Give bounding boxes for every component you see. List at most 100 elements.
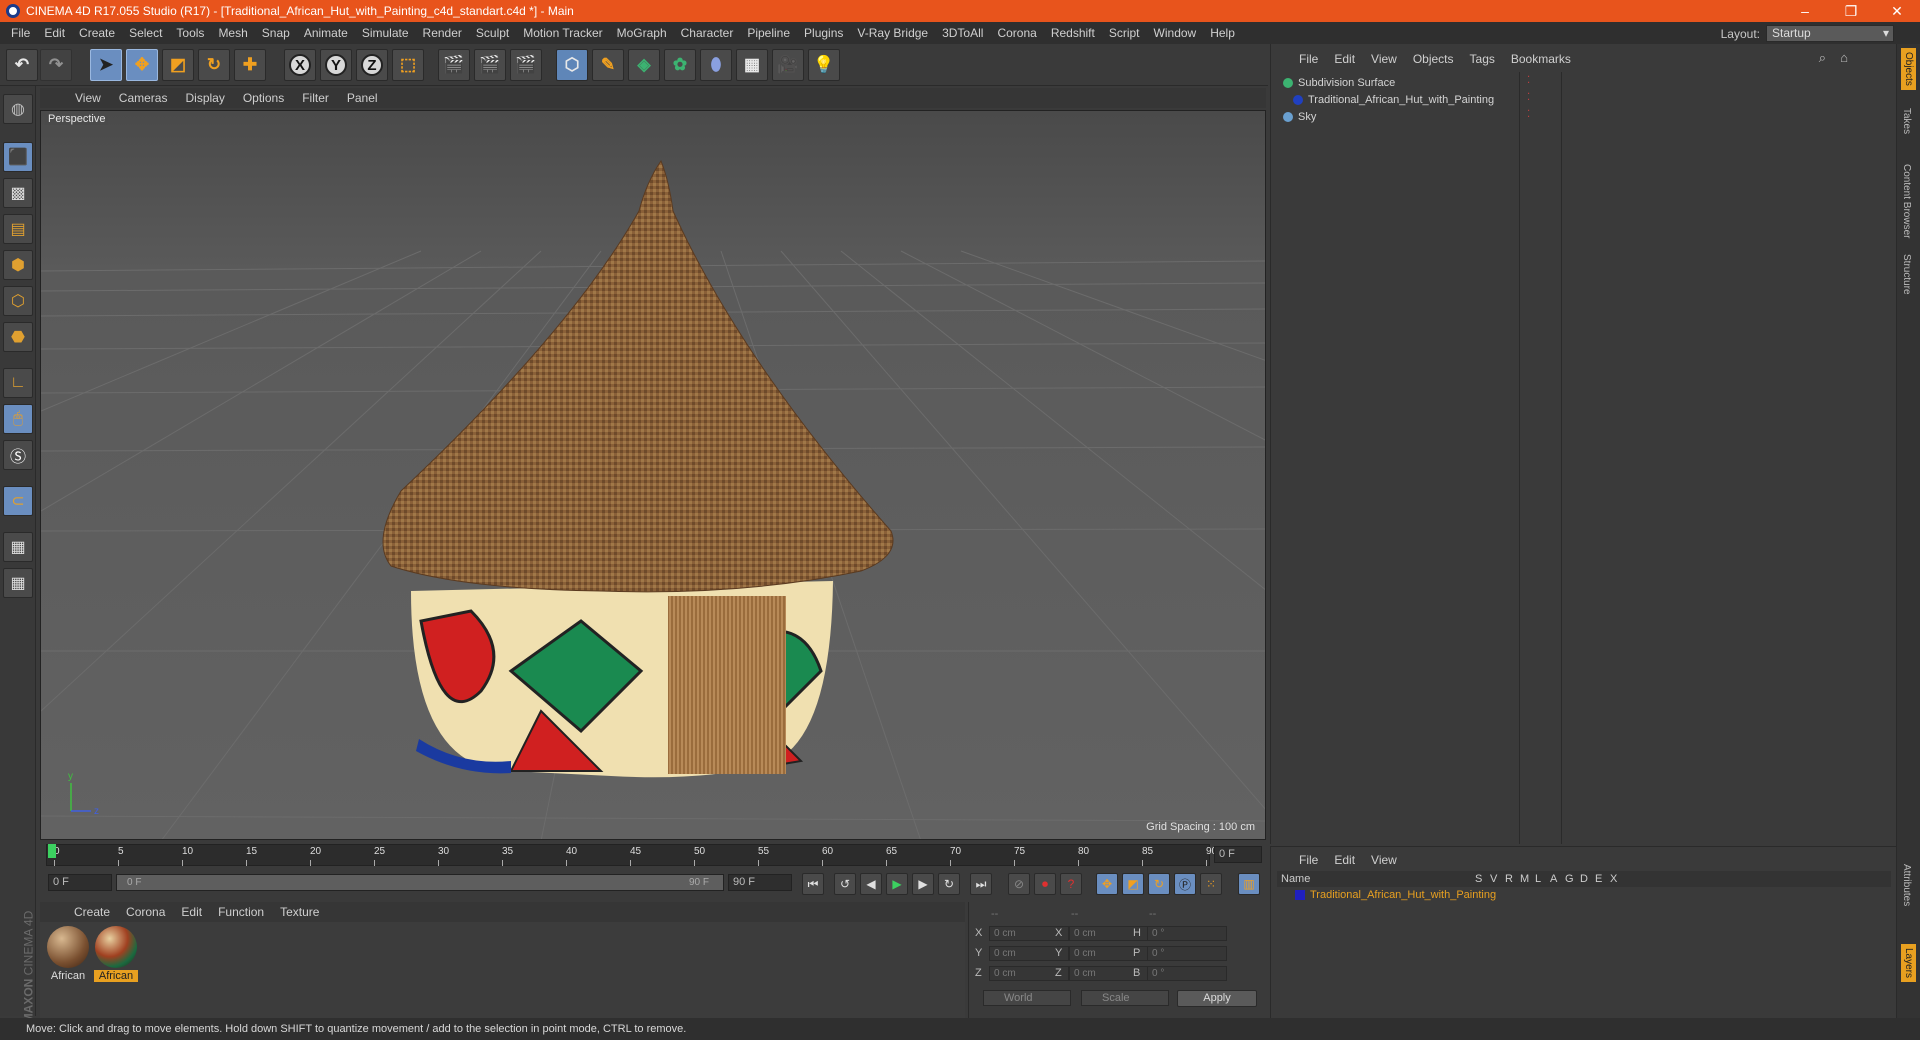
close-button[interactable]: ✕ [1874,0,1920,22]
live-selection-button[interactable]: ➤ [90,49,122,81]
right-tab-attributes[interactable]: Attributes [1901,864,1912,906]
key-rotation-button[interactable]: ↻ [1148,873,1170,895]
coordinate-value-field[interactable]: 0 ° [1147,966,1227,981]
viewport-menu-display[interactable]: Display [176,91,233,105]
make-editable-button[interactable]: ◍ [3,94,33,124]
apply-button[interactable]: Apply [1177,990,1257,1007]
add-camera-button[interactable]: 🎥 [772,49,804,81]
menu-window[interactable]: Window [1147,22,1204,44]
add-cube-button[interactable]: ⬡ [556,49,588,81]
layer-menu-view[interactable]: View [1363,853,1405,867]
menu-help[interactable]: Help [1203,22,1242,44]
object-row[interactable]: Sky [1283,108,1316,126]
menu-edit[interactable]: Edit [37,22,72,44]
menu-3dtoall[interactable]: 3DToAll [935,22,990,44]
play-button[interactable]: ▶ [886,873,908,895]
timeline-window-button[interactable]: ▥ [1238,873,1260,895]
next-frame-button[interactable]: ▶ [912,873,934,895]
material-menu-corona[interactable]: Corona [118,905,173,919]
coordinate-value-field[interactable]: 0 ° [1147,946,1227,961]
viewport-menu-options[interactable]: Options [234,91,293,105]
menu-v-ray-bridge[interactable]: V-Ray Bridge [850,22,935,44]
menu-animate[interactable]: Animate [297,22,355,44]
add-array-button[interactable]: ✿ [664,49,696,81]
object-menu-view[interactable]: View [1363,52,1405,66]
object-visibility-icon[interactable]: ⁚ [1527,92,1530,103]
menu-redshift[interactable]: Redshift [1044,22,1102,44]
coordinate-system-button[interactable]: ⬚ [392,49,424,81]
key-parameter-button[interactable]: Ⓟ [1174,873,1196,895]
right-tab-objects[interactable]: Objects [1901,48,1916,90]
add-light-button[interactable]: 💡 [808,49,840,81]
goto-end-button[interactable]: ⏭ [970,873,992,895]
key-scale-button[interactable]: ◩ [1122,873,1144,895]
key-position-button[interactable]: ✥ [1096,873,1118,895]
workplane-mode-button[interactable]: ▤ [3,214,33,244]
object-menu-tags[interactable]: Tags [1462,52,1503,66]
workplane-lock-button[interactable]: ▦ [3,532,33,562]
undo-button[interactable]: ↶ [6,49,38,81]
menu-simulate[interactable]: Simulate [355,22,416,44]
add-deformer-button[interactable]: ⬮ [700,49,732,81]
start-frame-field[interactable]: 0 F [48,874,112,891]
object-menu-objects[interactable]: Objects [1405,52,1462,66]
add-pen-button[interactable]: ✎ [592,49,624,81]
key-point-level-button[interactable]: ⁙ [1200,873,1222,895]
home-icon[interactable]: ⌂ [1840,50,1848,65]
rotate-tool-button[interactable]: ↻ [198,49,230,81]
object-menu-edit[interactable]: Edit [1326,52,1363,66]
x-axis-lock-button[interactable]: X [284,49,316,81]
menu-corona[interactable]: Corona [990,22,1043,44]
render-view-button[interactable]: 🎬 [438,49,470,81]
autokey-button[interactable]: ⏺ [1034,873,1056,895]
object-row[interactable]: Subdivision Surface [1283,74,1395,92]
material-menu-edit[interactable]: Edit [173,905,210,919]
menu-character[interactable]: Character [674,22,741,44]
goto-start-button[interactable]: ⏮ [802,873,824,895]
prev-frame-button[interactable]: ◀ [860,873,882,895]
keyframe-selection-button[interactable]: ? [1060,873,1082,895]
viewport-menu-panel[interactable]: Panel [338,91,387,105]
menu-sculpt[interactable]: Sculpt [469,22,516,44]
render-to-picture-viewer-button[interactable]: 🎬 [474,49,506,81]
minimize-button[interactable]: – [1782,0,1828,22]
viewport-menu-cameras[interactable]: Cameras [110,91,177,105]
menu-file[interactable]: File [4,22,37,44]
frame-range-slider[interactable]: 0 F 90 F [116,874,724,891]
menu-snap[interactable]: Snap [255,22,297,44]
snapping-button[interactable]: ⊂ [3,486,33,516]
points-mode-button[interactable]: ⬢ [3,250,33,280]
timeline-ruler[interactable] [46,844,1210,866]
menu-pipeline[interactable]: Pipeline [740,22,797,44]
material-swatch[interactable]: African [46,926,90,984]
transform-tool-button[interactable]: ✚ [234,49,266,81]
prev-key-button[interactable]: ↺ [834,873,856,895]
coordinate-scale-dropdown[interactable]: Scale [1081,990,1169,1006]
layer-menu-edit[interactable]: Edit [1326,853,1363,867]
restore-button[interactable]: ❐ [1828,0,1874,22]
material-menu-texture[interactable]: Texture [272,905,327,919]
viewport-menu-view[interactable]: View [66,91,110,105]
coordinate-value-field[interactable]: 0 ° [1147,926,1227,941]
move-tool-button[interactable]: ✥ [126,49,158,81]
end-frame-field[interactable]: 90 F [728,874,792,891]
layer-row[interactable]: Traditional_African_Hut_with_Painting [1277,887,1891,903]
menu-create[interactable]: Create [72,22,122,44]
coordinate-mode-dropdown[interactable]: World [983,990,1071,1006]
material-swatch[interactable]: African [94,926,138,984]
current-frame-field[interactable]: 0 F [1214,846,1262,863]
search-icon[interactable]: ⌕ [1819,50,1826,66]
object-visibility-icon[interactable]: ⁚ [1527,75,1530,86]
add-subdivision-button[interactable]: ◈ [628,49,660,81]
object-menu-bookmarks[interactable]: Bookmarks [1503,52,1579,66]
menu-tools[interactable]: Tools [169,22,211,44]
right-tab-structure[interactable]: Structure [1901,254,1912,295]
tweak-mode-button[interactable]: 🖱 [3,404,33,434]
timeline[interactable]: 0 5 10 15 20 25 30 35 40 45 50 55 60 65 70 75 80 85 90 0 F [40,840,1266,870]
object-menu-file[interactable]: File [1291,52,1326,66]
object-row[interactable]: Traditional_African_Hut_with_Painting [1293,91,1494,109]
edit-render-settings-button[interactable]: 🎬 [510,49,542,81]
menu-select[interactable]: Select [122,22,169,44]
right-tab-content-browser[interactable]: Content Browser [1901,164,1912,238]
material-menu-create[interactable]: Create [66,905,118,919]
